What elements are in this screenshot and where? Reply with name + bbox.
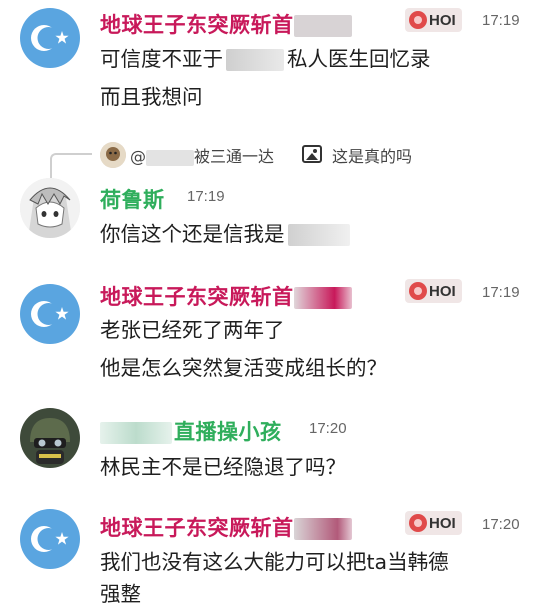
author-name[interactable]: 荷鲁斯: [100, 184, 165, 214]
hoi-badge: HOI: [405, 511, 462, 535]
censor-block: [287, 224, 350, 246]
hoi-badge: HOI: [405, 279, 462, 303]
avatar-icon: [100, 142, 126, 168]
reply-connector: [50, 153, 92, 179]
message-line: 可信度不亚于 私人医生回忆录: [100, 42, 431, 72]
timestamp: 17:19: [187, 188, 225, 205]
author-name-text: 地球王子东突厥斩首: [100, 516, 294, 540]
image-icon: [302, 145, 322, 163]
avatar[interactable]: [20, 178, 80, 238]
message-text: 强整: [100, 582, 141, 606]
censor-block: [293, 15, 352, 37]
author-name-text: 地球王子东突厥斩首: [100, 13, 294, 37]
timestamp: 17:20: [482, 516, 520, 533]
reply-target-text: 被三通一达: [194, 147, 275, 166]
badge-label: HOI: [429, 11, 456, 29]
author-name[interactable]: 地球王子东突厥斩首: [100, 9, 352, 39]
avatar[interactable]: [20, 408, 80, 468]
timestamp: 17:19: [482, 12, 520, 29]
message-text: 私人医生回忆录: [287, 47, 431, 71]
reply-avatar: [100, 142, 126, 168]
author-name[interactable]: 地球王子东突厥斩首: [100, 512, 352, 542]
message-text: 林民主不是已经隐退了吗？: [100, 455, 346, 479]
avatar[interactable]: [20, 509, 80, 569]
badge-label: HOI: [429, 282, 456, 300]
author-name[interactable]: 地球王子东突厥斩首: [100, 281, 352, 311]
avatar[interactable]: [20, 284, 80, 344]
message-line: 你信这个还是信我是: [100, 217, 350, 247]
hoi-badge: HOI: [405, 8, 462, 32]
message-text: 可信度不亚于: [100, 47, 223, 71]
reply-quote-text: 这是真的吗: [332, 147, 413, 166]
mention-symbol: @: [130, 147, 146, 166]
crescent-star-icon: [20, 509, 80, 569]
censor-block: [293, 287, 352, 309]
anime-avatar-icon: [20, 178, 80, 238]
reply-target: @ 被三通一达: [130, 143, 274, 167]
crescent-star-icon: [20, 8, 80, 68]
author-name-text: 地球王子东突厥斩首: [100, 285, 294, 309]
censor-block: [100, 422, 172, 444]
flame-icon: [409, 514, 427, 532]
censor-block: [293, 518, 352, 540]
reply-quote[interactable]: @ 被三通一达 这是真的吗: [50, 134, 490, 179]
author-name[interactable]: 直播操小孩: [100, 416, 282, 446]
timestamp: 17:20: [309, 420, 347, 437]
message-text: 而且我想问: [100, 85, 203, 109]
censor-block: [226, 49, 284, 71]
censor-block: [146, 149, 194, 166]
message-text: 老张已经死了两年了: [100, 318, 285, 342]
crescent-star-icon: [20, 284, 80, 344]
flame-icon: [409, 11, 427, 29]
flame-icon: [409, 282, 427, 300]
helmet-avatar-icon: [20, 408, 80, 468]
timestamp: 17:19: [482, 284, 520, 301]
author-name-text: 直播操小孩: [174, 420, 282, 444]
message-text: 我们也没有这么大能力可以把ta当韩德: [100, 550, 449, 574]
badge-label: HOI: [429, 514, 456, 532]
message-text: 你信这个还是信我是: [100, 222, 285, 246]
avatar[interactable]: [20, 8, 80, 68]
message-text: 他是怎么突然复活变成组长的？: [100, 356, 387, 380]
